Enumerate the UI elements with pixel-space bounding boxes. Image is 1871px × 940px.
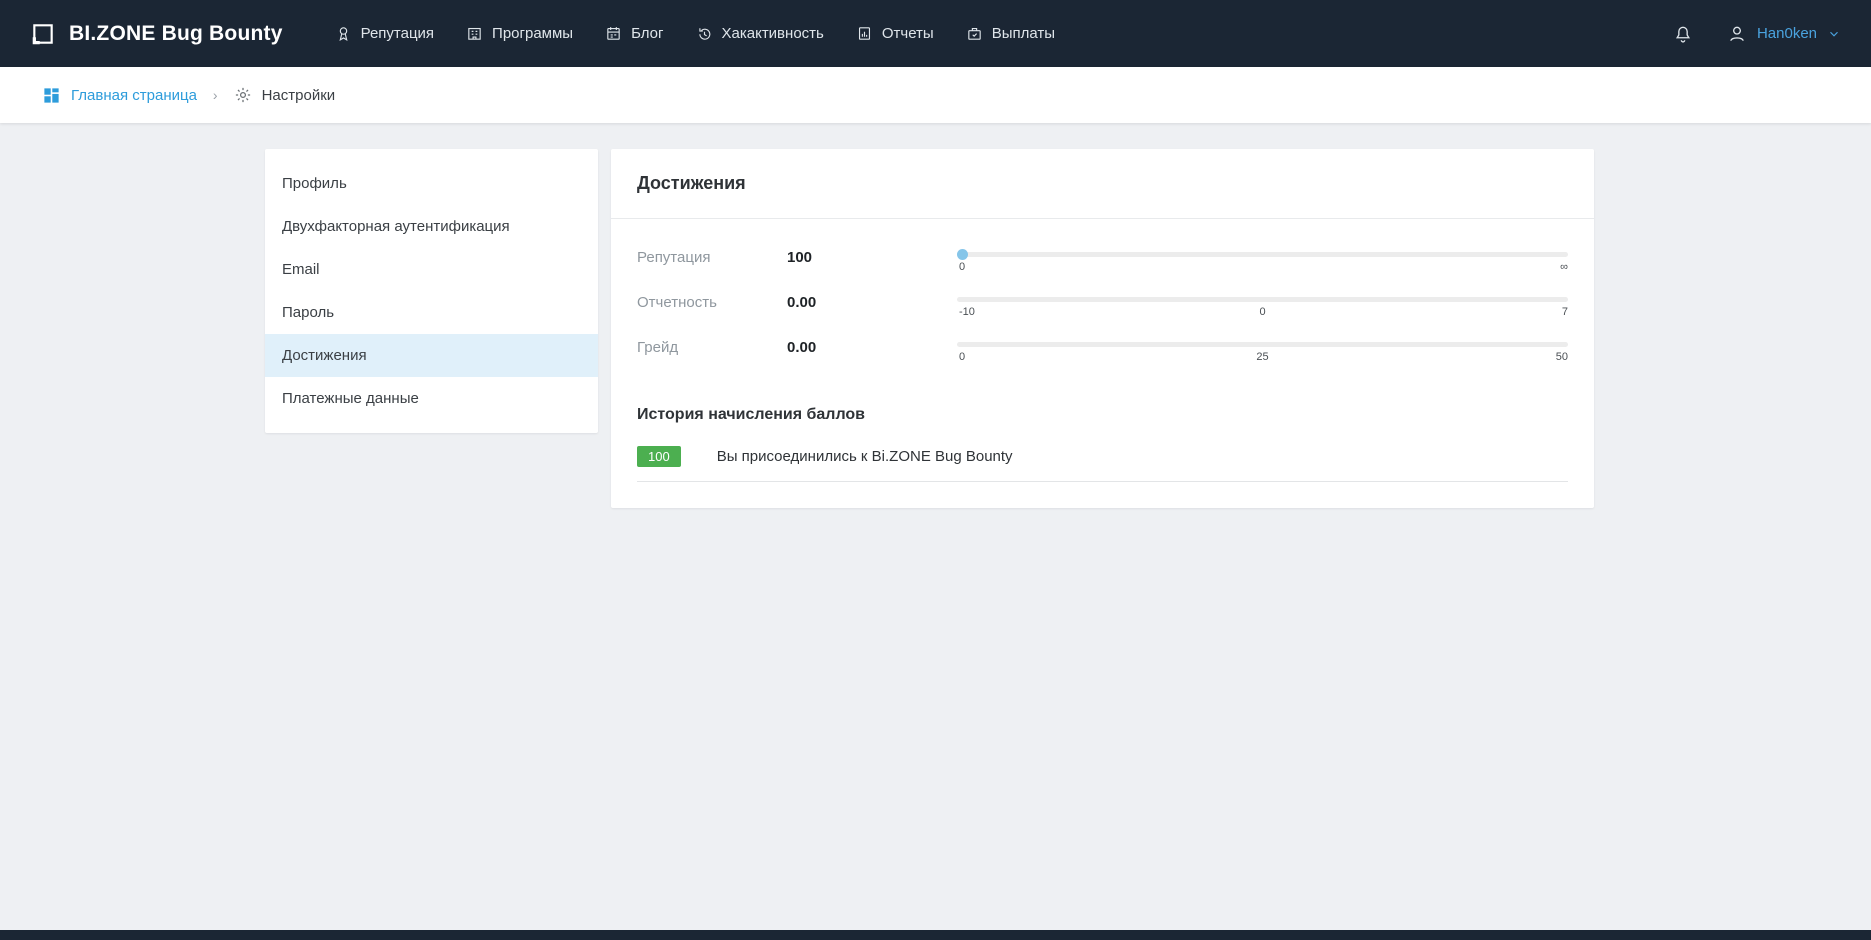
- dashboard-grid-icon: [42, 86, 61, 105]
- nav-label: Программы: [492, 25, 573, 42]
- scale-mid: 25: [1256, 351, 1268, 363]
- reputation-icon: [335, 25, 352, 42]
- metric-label: Отчетность: [637, 292, 787, 311]
- meter-track: [957, 252, 1568, 257]
- bizone-logo-icon: [30, 21, 56, 47]
- history-entry-text: Вы присоединились к Bi.ZONE Bug Bounty: [717, 448, 1013, 465]
- reports-icon: [856, 25, 873, 42]
- blog-icon: [605, 25, 622, 42]
- metric-value: 100: [787, 247, 957, 266]
- reputation-meter: 0 ∞: [957, 247, 1568, 276]
- navbar-right: Han0ken: [1673, 24, 1841, 44]
- nav-item-reports[interactable]: Отчеты: [840, 13, 950, 54]
- payouts-icon: [966, 25, 983, 42]
- scale-max: 7: [1562, 306, 1568, 318]
- meter-scale: 0 ∞: [957, 261, 1568, 276]
- settings-item-email[interactable]: Email: [265, 248, 598, 291]
- scale-max: ∞: [1560, 261, 1568, 273]
- brand[interactable]: BI.ZONE Bug Bounty: [30, 21, 283, 47]
- metric-value: 0.00: [787, 337, 957, 356]
- breadcrumb-home-link[interactable]: Главная страница: [42, 86, 197, 105]
- panel-title: Достижения: [611, 149, 1594, 219]
- settings-menu: Профиль Двухфакторная аутентификация Ema…: [265, 149, 598, 433]
- scale-min: -10: [959, 306, 975, 318]
- nav-item-blog[interactable]: Блог: [589, 13, 679, 54]
- meter-scale: -10 0 7: [957, 306, 1568, 321]
- brand-name: BI.ZONE Bug Bounty: [69, 22, 283, 46]
- nav-item-programs[interactable]: Программы: [450, 13, 589, 54]
- settings-item-payment-data[interactable]: Платежные данные: [265, 377, 598, 420]
- settings-item-profile[interactable]: Профиль: [265, 162, 598, 205]
- achievements-panel: Достижения Репутация 100 0 ∞ Отчетн: [611, 149, 1594, 508]
- metric-label: Грейд: [637, 337, 787, 356]
- main-content: Профиль Двухфакторная аутентификация Ema…: [0, 123, 1871, 508]
- nav-item-payouts[interactable]: Выплаты: [950, 13, 1071, 54]
- footer-strip: [0, 930, 1871, 940]
- scale-min: 0: [959, 351, 965, 363]
- meter-track: [957, 342, 1568, 347]
- meter-marker-dot: [957, 249, 968, 260]
- points-badge: 100: [637, 446, 681, 467]
- metric-value: 0.00: [787, 292, 957, 311]
- nav-label: Репутация: [361, 25, 434, 42]
- breadcrumb-current-label: Настройки: [262, 87, 336, 104]
- nav-label: Выплаты: [992, 25, 1055, 42]
- chevron-down-icon: [1827, 27, 1841, 41]
- metric-row-reputation: Репутация 100 0 ∞: [637, 247, 1568, 276]
- nav-item-hackactivity[interactable]: Хакактивность: [680, 13, 840, 54]
- meter-scale: 0 25 50: [957, 351, 1568, 366]
- notifications-bell-icon[interactable]: [1673, 24, 1693, 44]
- history-title: История начисления баллов: [611, 396, 1594, 424]
- metric-row-reporting: Отчетность 0.00 -10 0 7: [637, 292, 1568, 321]
- meter-track: [957, 297, 1568, 302]
- reporting-meter: -10 0 7: [957, 292, 1568, 321]
- metric-row-grade: Грейд 0.00 0 25 50: [637, 337, 1568, 366]
- settings-item-achievements[interactable]: Достижения: [265, 334, 598, 377]
- user-icon: [1727, 24, 1747, 44]
- history-entry: 100 Вы присоединились к Bi.ZONE Bug Boun…: [637, 446, 1568, 482]
- main-nav: Репутация Программы Блог: [319, 13, 1071, 54]
- metric-label: Репутация: [637, 247, 787, 266]
- nav-item-reputation[interactable]: Репутация: [319, 13, 450, 54]
- settings-item-password[interactable]: Пароль: [265, 291, 598, 334]
- user-menu[interactable]: Han0ken: [1727, 24, 1841, 44]
- gear-icon: [234, 86, 252, 104]
- breadcrumb: Главная страница › Настройки: [0, 67, 1871, 123]
- scale-mid: 0: [1259, 306, 1265, 318]
- metrics-list: Репутация 100 0 ∞ Отчетность 0.00: [611, 219, 1594, 396]
- breadcrumb-current: Настройки: [234, 86, 336, 104]
- nav-label: Блог: [631, 25, 663, 42]
- grade-meter: 0 25 50: [957, 337, 1568, 366]
- hackactivity-icon: [696, 25, 713, 42]
- nav-label: Отчеты: [882, 25, 934, 42]
- breadcrumb-separator-icon: ›: [213, 87, 218, 103]
- breadcrumb-home-label: Главная страница: [71, 87, 197, 104]
- top-navbar: BI.ZONE Bug Bounty Репутация Программы: [0, 0, 1871, 67]
- scale-min: 0: [959, 261, 965, 273]
- user-name: Han0ken: [1757, 25, 1817, 42]
- nav-label: Хакактивность: [722, 25, 824, 42]
- programs-icon: [466, 25, 483, 42]
- settings-item-2fa[interactable]: Двухфакторная аутентификация: [265, 205, 598, 248]
- scale-max: 50: [1556, 351, 1568, 363]
